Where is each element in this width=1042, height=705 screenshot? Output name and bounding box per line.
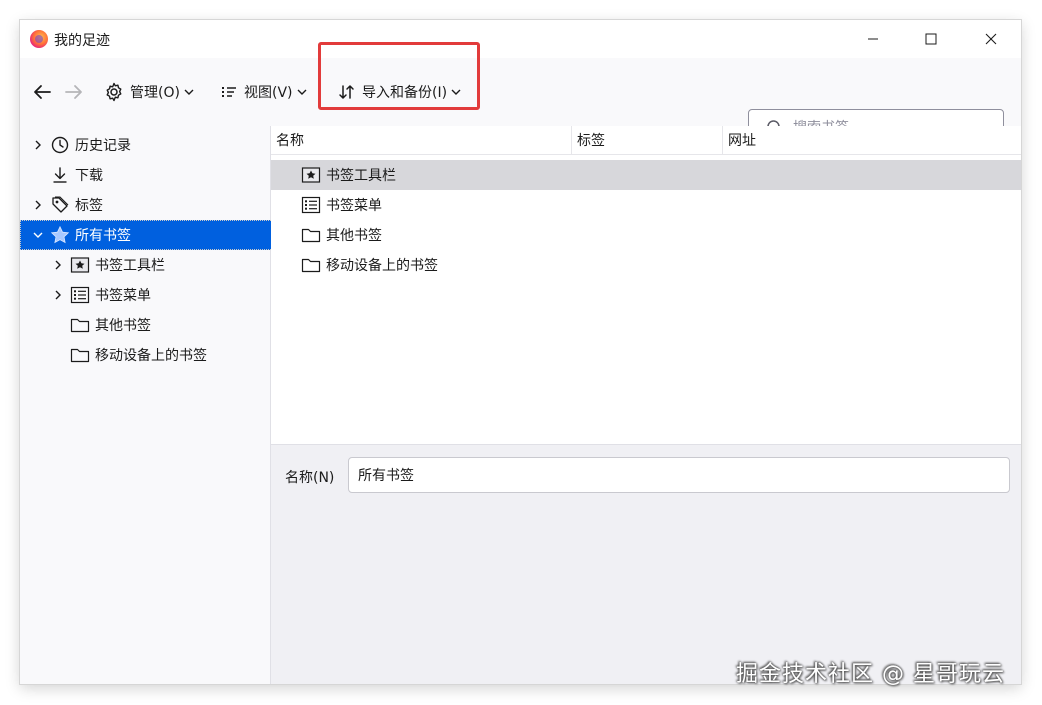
bookmark-toolbar-icon bbox=[301, 165, 321, 185]
organize-label: 管理(O) bbox=[130, 85, 180, 101]
close-button[interactable] bbox=[962, 20, 1020, 58]
annotation-highlight-box bbox=[318, 42, 480, 110]
chevron-right-icon[interactable] bbox=[52, 290, 64, 300]
tree-item-label: 书签菜单 bbox=[95, 288, 151, 304]
column-header-row: 名称 标签 网址 bbox=[271, 126, 1021, 155]
tree-item-label: 标签 bbox=[75, 198, 103, 214]
tree-item-label: 其他书签 bbox=[95, 318, 151, 334]
minimize-icon bbox=[868, 38, 878, 40]
name-field-label: 名称(N) bbox=[285, 470, 335, 486]
name-field[interactable] bbox=[348, 457, 1010, 493]
chevron-down-icon bbox=[297, 89, 307, 95]
tree-item-label: 历史记录 bbox=[75, 138, 131, 154]
list-item[interactable]: 移动设备上的书签 bbox=[271, 250, 1021, 280]
chevron-right-icon[interactable] bbox=[32, 200, 44, 210]
clock-icon bbox=[50, 135, 70, 155]
tree-item-label: 移动设备上的书签 bbox=[95, 348, 207, 364]
title-bar: 我的足迹 bbox=[20, 20, 1021, 58]
tree-item-downloads[interactable]: 下载 bbox=[20, 160, 299, 190]
star-icon bbox=[50, 225, 70, 245]
views-menu-button[interactable]: 视图(V) bbox=[220, 58, 307, 126]
chevron-down-icon[interactable] bbox=[32, 232, 44, 238]
folder-icon bbox=[70, 345, 90, 365]
arrow-right-icon bbox=[65, 85, 82, 99]
folder-icon bbox=[301, 255, 321, 275]
list-item[interactable]: 书签工具栏 bbox=[271, 160, 1021, 190]
column-header-name[interactable]: 名称 bbox=[271, 126, 571, 154]
tree-item-label: 下载 bbox=[75, 168, 103, 184]
gear-icon bbox=[106, 82, 122, 102]
tree-item-history[interactable]: 历史记录 bbox=[20, 130, 281, 160]
views-label: 视图(V) bbox=[244, 85, 293, 101]
organize-menu-button[interactable]: 管理(O) bbox=[104, 58, 194, 126]
arrow-left-icon bbox=[34, 85, 51, 99]
firefox-logo-icon bbox=[30, 30, 48, 48]
close-icon bbox=[985, 33, 997, 45]
window-title: 我的足迹 bbox=[54, 33, 110, 49]
tree-item-bookmarks-menu[interactable]: 书签菜单 bbox=[20, 280, 301, 310]
forward-button[interactable] bbox=[62, 58, 86, 126]
bookmark-menu-icon bbox=[70, 285, 90, 305]
chevron-right-icon[interactable] bbox=[52, 260, 64, 270]
tree-item-label: 所有书签 bbox=[75, 228, 131, 244]
folder-icon bbox=[301, 225, 321, 245]
tree-item-bookmarks-toolbar[interactable]: 书签工具栏 bbox=[20, 250, 301, 280]
folder-icon bbox=[70, 315, 90, 335]
list-item-name: 其他书签 bbox=[326, 228, 382, 244]
minimize-button[interactable] bbox=[844, 20, 902, 58]
maximize-button[interactable] bbox=[902, 20, 960, 58]
list-view-icon bbox=[222, 87, 236, 97]
library-toolbar: 管理(O) 视图(V) 导入和备份(I) bbox=[20, 58, 1021, 147]
library-window: 我的足迹 管理(O) 视图(V) 导入和备份(I) 搜索书签 历史记录 下载 标… bbox=[20, 20, 1021, 684]
watermark-text: 掘金技术社区 @ 星哥玩云 bbox=[736, 662, 1005, 687]
list-item[interactable]: 书签菜单 bbox=[271, 190, 1021, 220]
bookmarks-list: 名称 标签 网址 书签工具栏 书签菜单 其他书签 移动设备上的书签 bbox=[271, 126, 1021, 444]
chevron-down-icon bbox=[184, 89, 194, 95]
tree-item-label: 书签工具栏 bbox=[95, 258, 165, 274]
list-item-name: 书签菜单 bbox=[326, 198, 382, 214]
bookmark-toolbar-icon bbox=[70, 255, 90, 275]
list-item[interactable]: 其他书签 bbox=[271, 220, 1021, 250]
column-header-tags[interactable]: 标签 bbox=[571, 126, 722, 154]
chevron-right-icon[interactable] bbox=[32, 140, 44, 150]
tree-item-tags[interactable]: 标签 bbox=[20, 190, 281, 220]
column-header-url[interactable]: 网址 bbox=[722, 126, 1021, 154]
details-pane: 名称(N) bbox=[271, 444, 1021, 684]
list-item-name: 移动设备上的书签 bbox=[326, 258, 438, 274]
tree-item-all-bookmarks[interactable]: 所有书签 bbox=[20, 220, 281, 250]
bookmark-menu-icon bbox=[301, 195, 321, 215]
maximize-icon bbox=[925, 33, 937, 45]
back-button[interactable] bbox=[30, 58, 54, 126]
list-item-name: 书签工具栏 bbox=[326, 168, 396, 184]
places-tree: 历史记录 下载 标签 所有书签 书签工具栏 书签菜单 其他书签 移动设备上的书签 bbox=[20, 126, 281, 684]
tag-icon bbox=[50, 195, 70, 215]
download-icon bbox=[50, 165, 70, 185]
